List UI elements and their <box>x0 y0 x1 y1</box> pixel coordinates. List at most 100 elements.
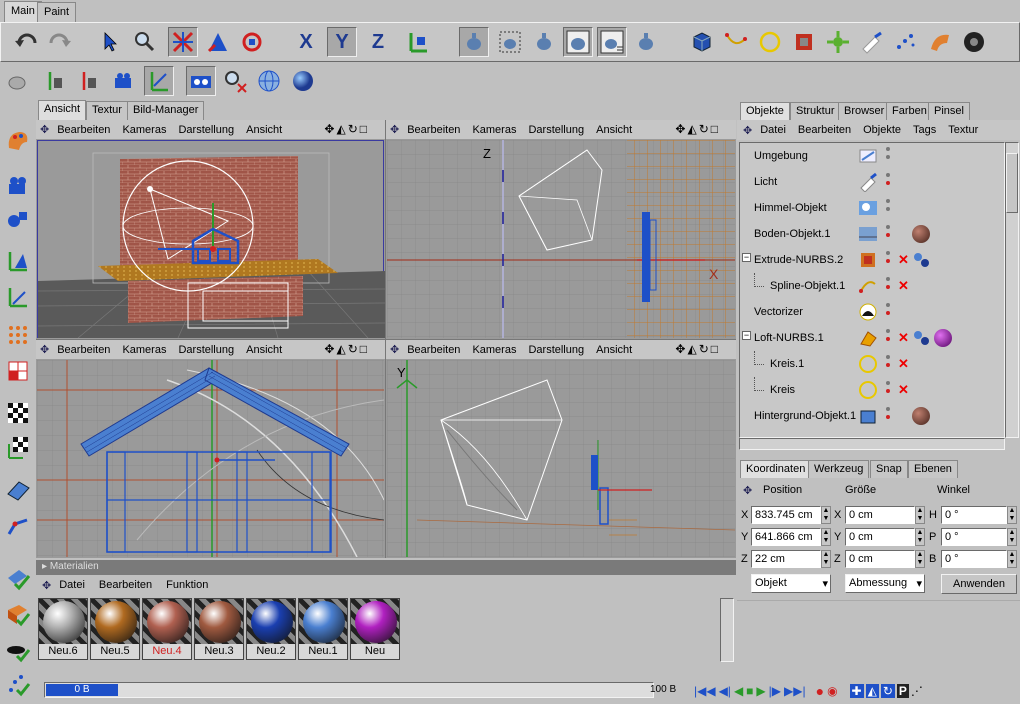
menu-darstellung[interactable]: Darstellung <box>528 344 584 356</box>
list-item[interactable]: Boden-Objekt.1 <box>740 221 998 247</box>
play-icon[interactable]: ▶ <box>756 684 765 698</box>
phong-tag-icon[interactable] <box>912 251 932 272</box>
expand-toggle[interactable]: − <box>742 253 751 262</box>
apply-button[interactable]: Anwenden <box>941 574 1017 594</box>
position-x-stepper[interactable]: ▲ ▼ <box>821 506 831 524</box>
tab-objekte[interactable]: Objekte <box>740 102 790 120</box>
play-back-icon[interactable]: ◀ <box>734 684 743 698</box>
camera-tool-button[interactable] <box>3 170 33 200</box>
stop-icon[interactable]: ■ <box>746 684 753 698</box>
list-item[interactable]: − Loft-NURBS.1 ✕ <box>740 325 998 351</box>
tab-ansicht[interactable]: Ansicht <box>38 100 87 121</box>
list-item[interactable]: Umgebung <box>740 143 998 169</box>
render-region-button[interactable] <box>495 27 525 57</box>
circle-spline-button[interactable] <box>755 27 785 57</box>
pin-icon[interactable]: ✥ <box>42 579 51 592</box>
material-tag-icon[interactable] <box>934 329 952 347</box>
size-z-field[interactable]: 0 cm <box>845 550 915 568</box>
menu-kameras[interactable]: Kameras <box>122 124 166 136</box>
visibility-dots[interactable] <box>886 147 892 163</box>
next-key-icon[interactable]: |▶ <box>769 684 781 698</box>
rotate-tool-button[interactable] <box>237 27 267 57</box>
menu-bearbeiten[interactable]: Bearbeiten <box>99 579 152 591</box>
menu-kameras[interactable]: Kameras <box>472 344 516 356</box>
menu-datei[interactable]: Datei <box>760 124 786 136</box>
menu-datei[interactable]: Datei <box>59 579 85 591</box>
size-y-stepper[interactable]: ▲ ▼ <box>915 528 925 546</box>
object-axis-tool-button[interactable] <box>3 204 33 234</box>
angle-p-field[interactable]: 0 ° <box>941 528 1007 546</box>
disabled-x-icon[interactable]: ✕ <box>898 382 909 398</box>
list-item[interactable]: Licht <box>740 169 998 195</box>
select-pointer-button[interactable] <box>95 27 125 57</box>
size-x-stepper[interactable]: ▲ ▼ <box>915 506 925 524</box>
scale-tool-button[interactable] <box>203 27 233 57</box>
tab-browser[interactable]: Browser <box>838 102 891 120</box>
edge-mode-button[interactable] <box>186 66 216 96</box>
particle-check-button[interactable] <box>3 670 33 700</box>
tab-koordinaten[interactable]: Koordinaten <box>740 460 812 478</box>
workplane-button[interactable] <box>3 476 33 506</box>
y-axis-lock-button[interactable]: Y <box>327 27 357 57</box>
disabled-x-icon[interactable]: ✕ <box>898 278 909 294</box>
tab-snap[interactable]: Snap <box>870 460 908 478</box>
viewport-nav-icons[interactable]: ✥◭↻□ <box>675 342 720 356</box>
material-neu-2[interactable]: Neu.2 <box>246 598 296 660</box>
list-item[interactable]: Kreis ✕ <box>740 377 998 403</box>
menu-darstellung[interactable]: Darstellung <box>178 344 234 356</box>
pin-icon[interactable]: ✥ <box>743 124 752 137</box>
visibility-dots[interactable] <box>886 407 892 423</box>
visibility-dots[interactable] <box>886 251 892 267</box>
viewport-perspective[interactable]: ✥ Bearbeiten Kameras Darstellung Ansicht… <box>36 120 385 339</box>
material-neu-3[interactable]: Neu.3 <box>194 598 244 660</box>
viewport-nav-icons[interactable]: ✥◭↻□ <box>324 122 369 136</box>
texture-mode-button[interactable] <box>76 66 106 96</box>
tab-textur[interactable]: Textur <box>86 101 128 120</box>
points-button[interactable] <box>3 320 33 350</box>
lock-check-button[interactable] <box>3 636 33 666</box>
position-key-icon[interactable]: ✚ <box>849 684 864 698</box>
position-y-stepper[interactable]: ▲ ▼ <box>821 528 831 546</box>
texture-checker-button[interactable] <box>3 398 33 428</box>
position-y-field[interactable]: 641.866 cm <box>751 528 821 546</box>
object-list-scrollbar[interactable] <box>1005 142 1019 438</box>
nurbs-button[interactable] <box>789 27 819 57</box>
point-key-icon[interactable]: ⋰ <box>911 684 923 698</box>
size-mode-select[interactable]: Abmessung ▾ <box>845 574 925 593</box>
visibility-dots[interactable] <box>886 303 892 319</box>
visibility-dots[interactable] <box>886 329 892 345</box>
phong-tag-icon[interactable] <box>912 329 932 350</box>
pin-icon[interactable]: ✥ <box>40 343 49 356</box>
z-axis-lock-button[interactable]: Z <box>363 27 393 57</box>
material-neu-1[interactable]: Neu.1 <box>298 598 348 660</box>
autokey-icon[interactable]: ◉ <box>827 684 837 698</box>
menu-bearbeiten[interactable]: Bearbeiten <box>407 124 460 136</box>
list-item[interactable]: Spline-Objekt.1 ✕ <box>740 273 998 299</box>
menu-ansicht[interactable]: Ansicht <box>246 124 282 136</box>
render-to-picture-viewer-button[interactable] <box>563 27 593 57</box>
pin-icon[interactable]: ✥ <box>743 484 752 497</box>
angle-b-stepper[interactable]: ▲ ▼ <box>1007 550 1017 568</box>
texture-tag-icon[interactable] <box>912 225 930 243</box>
menu-bearbeiten[interactable]: Bearbeiten <box>407 344 460 356</box>
rotation-key-icon[interactable]: ↻ <box>880 684 895 698</box>
render-settings-button[interactable] <box>597 27 627 57</box>
tab-pinsel[interactable]: Pinsel <box>928 102 970 120</box>
expand-toggle[interactable]: − <box>742 331 751 340</box>
render-queue-button[interactable] <box>631 27 661 57</box>
visibility-dots[interactable] <box>886 381 892 397</box>
menu-ansicht[interactable]: Ansicht <box>596 344 632 356</box>
texture-axis-button[interactable] <box>3 432 33 462</box>
tab-werkzeug[interactable]: Werkzeug <box>808 460 870 478</box>
visibility-dots[interactable] <box>886 277 892 293</box>
angle-h-stepper[interactable]: ▲ ▼ <box>1007 506 1017 524</box>
light-button[interactable] <box>857 27 887 57</box>
redo-button[interactable] <box>45 27 75 57</box>
cube-primitive-button[interactable] <box>687 27 717 57</box>
menu-bearbeiten[interactable]: Bearbeiten <box>798 124 851 136</box>
menu-kameras[interactable]: Kameras <box>472 124 516 136</box>
scrollbar-thumb[interactable] <box>1006 153 1018 213</box>
go-start-icon[interactable]: |◀◀ <box>694 684 716 698</box>
menu-darstellung[interactable]: Darstellung <box>528 124 584 136</box>
x-axis-lock-button[interactable]: X <box>291 27 321 57</box>
